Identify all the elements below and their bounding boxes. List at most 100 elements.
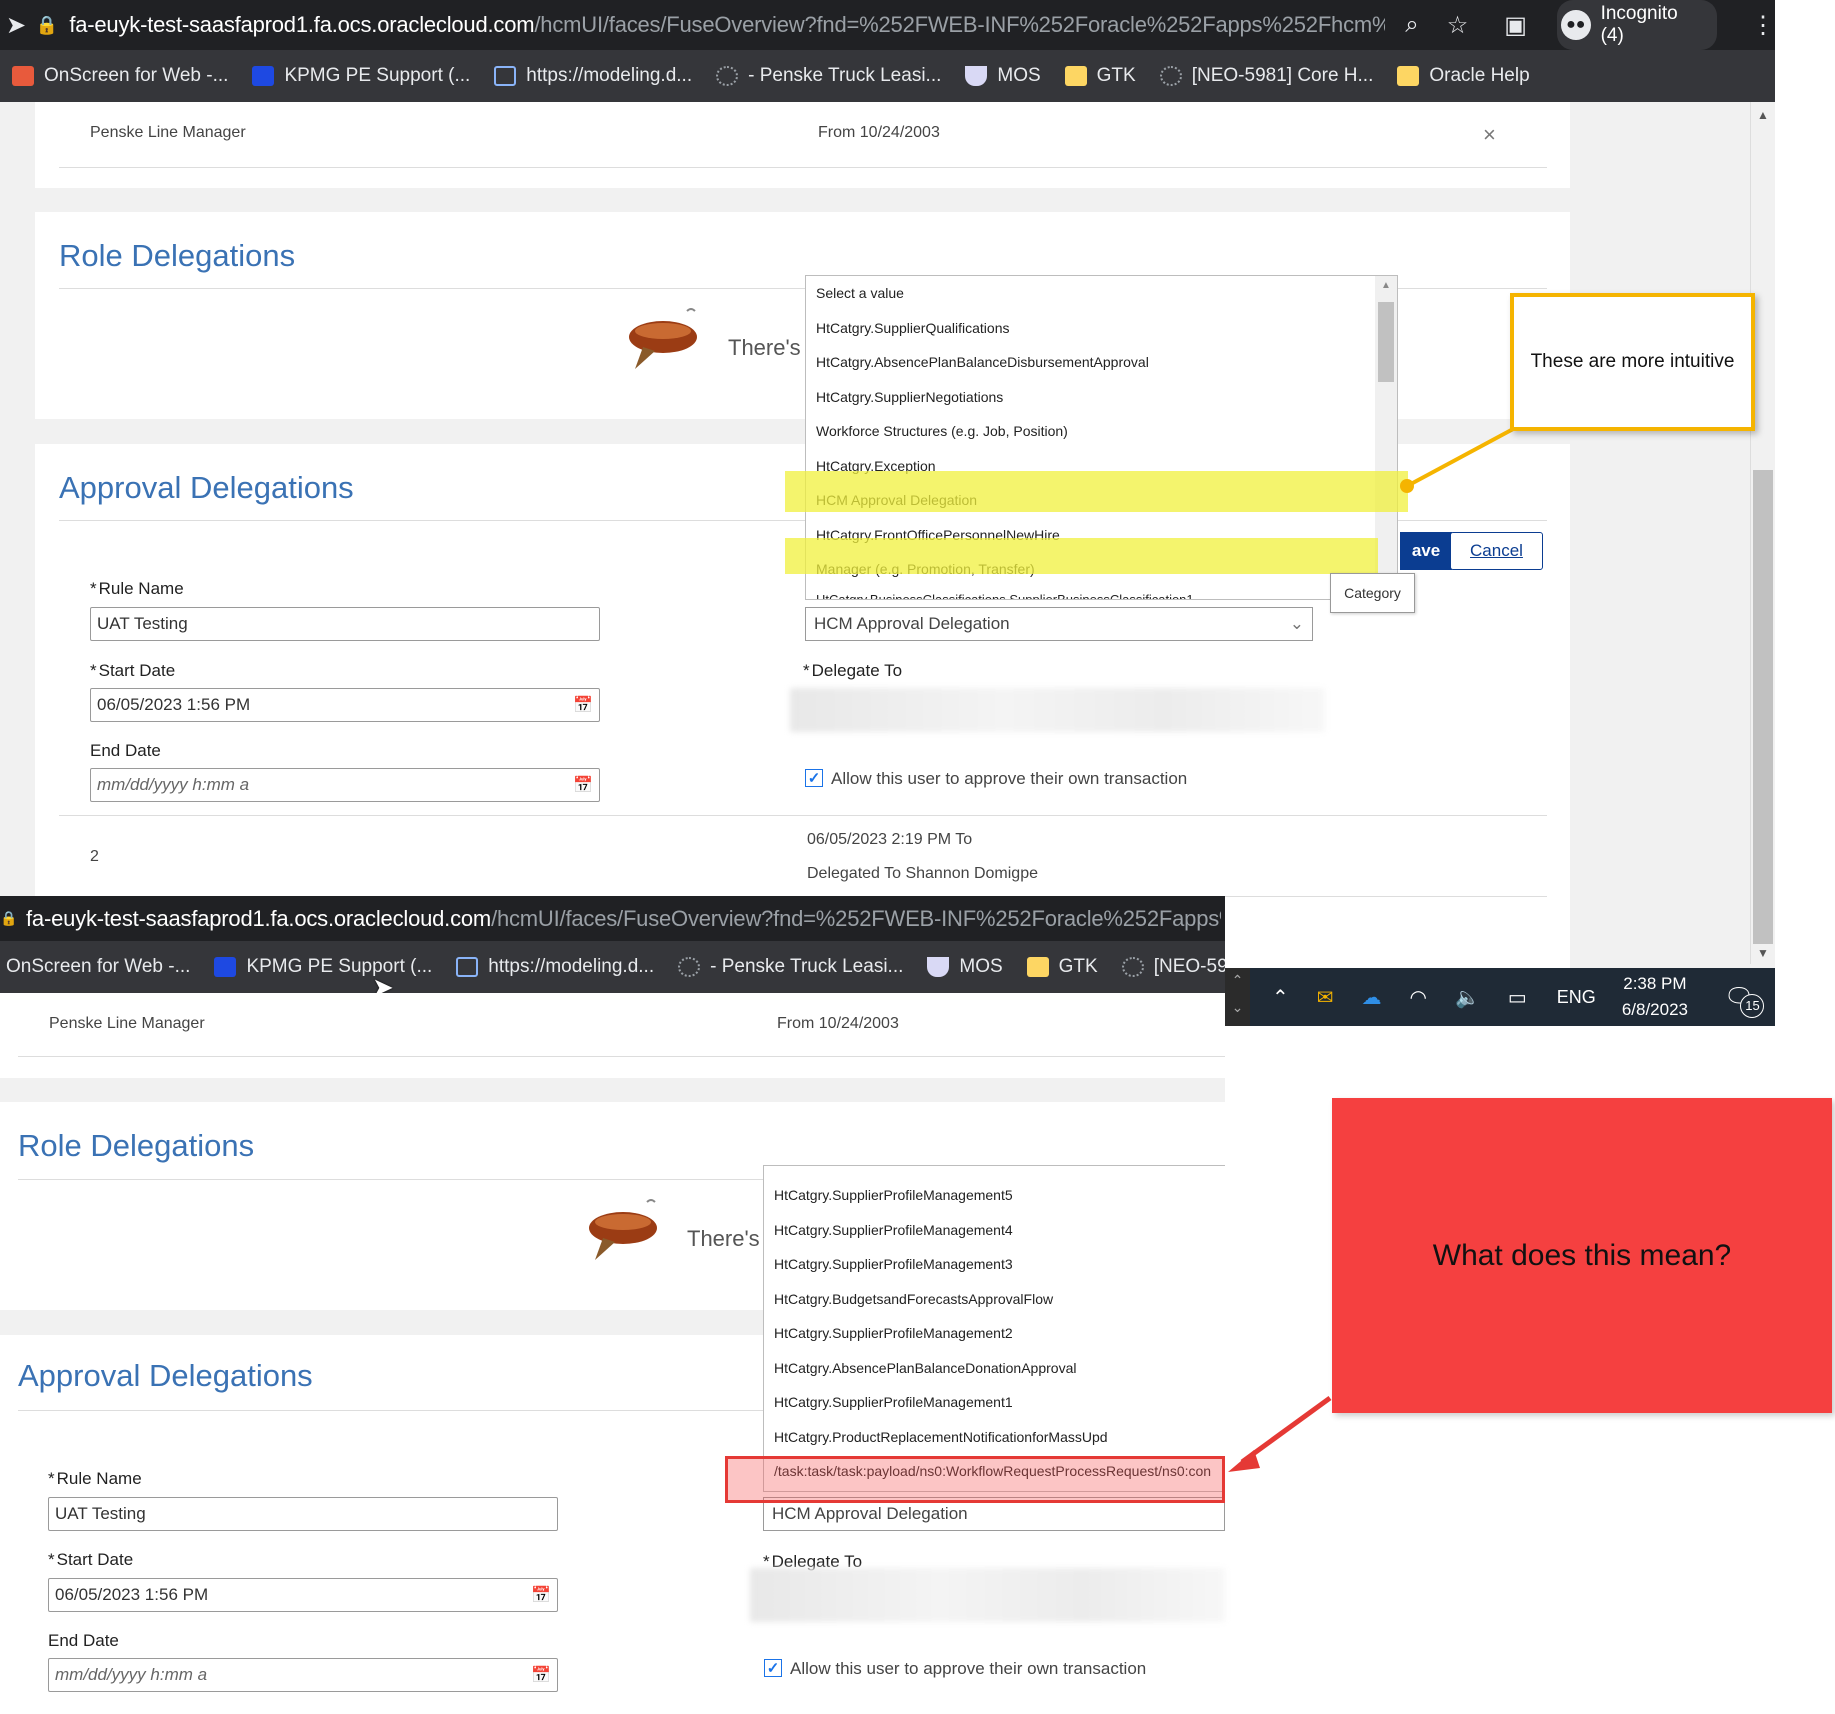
sidepanel-icon[interactable]: ▣	[1504, 11, 1527, 40]
empty-state-text: There's	[687, 1226, 760, 1251]
bookmark-item[interactable]: - Penske Truck Leasi...	[678, 956, 903, 978]
clock[interactable]: 2:38 PM 6/8/2023	[1622, 971, 1688, 1023]
bookmark-item[interactable]: MOS	[927, 956, 1003, 978]
bookmark-item[interactable]: https://modeling.d...	[456, 956, 654, 978]
address-bar[interactable]: 🔒 fa-euyk-test-saasfaprod1.fa.ocs.oracle…	[0, 896, 1225, 941]
bookmark-item[interactable]: KPMG PE Support (...	[252, 65, 470, 87]
bookmark-item[interactable]: https://modeling.d...	[494, 65, 692, 87]
scroll-thumb[interactable]	[1753, 470, 1773, 944]
scroll-up-arrow[interactable]: ⌃	[1225, 972, 1250, 989]
battery-icon[interactable]: ▭	[1508, 985, 1527, 1010]
globe-icon	[716, 66, 739, 86]
kebab-menu-icon[interactable]: ⋮	[1751, 11, 1775, 40]
dropdown-option[interactable]: Select a value	[806, 276, 1397, 311]
incognito-badge[interactable]: ●● Incognito (4)	[1556, 0, 1717, 50]
chevron-up-icon[interactable]: ⌃	[1272, 985, 1289, 1010]
wifi-icon[interactable]: ◠	[1410, 985, 1427, 1010]
approval-delegations-title: Approval Delegations	[59, 470, 354, 505]
bookmark-item[interactable]: OnScreen for Web -...	[6, 956, 190, 978]
bookmark-item[interactable]: GTK	[1026, 956, 1098, 978]
notification-count: 15	[1740, 993, 1765, 1018]
bookmark-item[interactable]: Oracle Help	[1397, 65, 1530, 87]
category-dropdown-list[interactable]: HtCatgry.SupplierProfileManagement5 HtCa…	[763, 1165, 1225, 1492]
dropdown-option[interactable]: HtCatgry.ProductReplacementNotificationf…	[764, 1420, 1225, 1455]
allow-self-approve-checkbox[interactable]: ✓	[764, 1659, 782, 1677]
scroll-up-arrow[interactable]: ▲	[1751, 108, 1775, 122]
required-marker: *	[90, 579, 97, 598]
star-icon[interactable]: ☆	[1447, 11, 1469, 40]
folder-icon	[1026, 957, 1049, 977]
dropdown-option[interactable]: HtCatgry.BudgetsandForecastsApprovalFlow	[764, 1282, 1225, 1317]
allow-self-approve-label: Allow this user to approve their own tra…	[790, 1659, 1147, 1678]
bookmark-item[interactable]: OnScreen for Web -...	[12, 65, 228, 87]
scroll-down-arrow[interactable]: ⌄	[1225, 999, 1250, 1016]
start-date-label: * Start Date	[90, 661, 176, 680]
bookmark-item[interactable]: [NEO-5981] Co	[1121, 956, 1225, 978]
dropdown-option[interactable]: HtCatgry.SupplierProfileManagement3	[764, 1247, 1225, 1282]
delegate-to-redacted[interactable]	[790, 688, 1325, 732]
close-icon[interactable]: ×	[1483, 122, 1496, 148]
bookmark-item[interactable]: - Penske Truck Leasi...	[716, 65, 941, 87]
windows-taskbar: ⌃ ✉ ☁ ◠ 🔈 ▭ ENG 2:38 PM 6/8/2023 🗨 15	[1250, 968, 1775, 1026]
bookmarks-bar: OnScreen for Web -... KPMG PE Support (.…	[0, 50, 1775, 102]
required-marker: *	[48, 1469, 55, 1488]
bookmark-item[interactable]: [NEO-5981] Core H...	[1159, 65, 1373, 87]
scroll-down-arrow[interactable]: ▼	[1751, 946, 1775, 960]
kpmg-icon	[252, 66, 275, 86]
dropdown-option[interactable]: HtCatgry.AbsencePlanBalanceDisbursementA…	[806, 345, 1397, 380]
calendar-icon[interactable]: 📅	[531, 1585, 551, 1605]
volume-icon[interactable]: 🔈	[1455, 985, 1480, 1010]
allow-self-approve-checkbox[interactable]: ✓	[805, 769, 823, 787]
page-scrollbar[interactable]: ▲ ▼	[1750, 102, 1775, 964]
cloud-icon[interactable]: ☁	[1362, 985, 1382, 1010]
calendar-icon[interactable]: 📅	[531, 1665, 551, 1685]
globe-icon	[1159, 66, 1182, 86]
folder-icon	[1397, 66, 1420, 86]
delegate-to-label: * Delegate To	[803, 661, 903, 680]
address-bar[interactable]: ➤ 🔒 fa-euyk-test-saasfaprod1.fa.ocs.orac…	[0, 0, 1775, 50]
callout-what-does-this-mean: What does this mean?	[1332, 1098, 1832, 1413]
dropdown-scrollbar[interactable]: ▲	[1375, 276, 1397, 599]
dropdown-option[interactable]: HtCatgry.BusinessClassifications.Supplie…	[806, 587, 1397, 600]
dropdown-option[interactable]: HtCatgry.SupplierProfileManagement2	[764, 1316, 1225, 1351]
divider	[59, 815, 1547, 816]
save-button[interactable]: ave	[1400, 532, 1452, 570]
dropdown-option[interactable]: HtCatgry.SupplierProfileManagement1	[764, 1385, 1225, 1420]
dropdown-option[interactable]: HtCatgry.SupplierProfileManagement4	[764, 1213, 1225, 1248]
shield-icon	[965, 66, 988, 86]
dropdown-option[interactable]: HtCatgry.SupplierNegotiations	[806, 380, 1397, 415]
end-date-input[interactable]: mm/dd/yyyy h:mm a 📅	[48, 1658, 558, 1692]
mail-icon[interactable]: ✉	[1317, 985, 1334, 1010]
cancel-button[interactable]: Cancel	[1450, 532, 1543, 570]
end-date-input[interactable]: mm/dd/yyyy h:mm a 📅	[90, 768, 600, 802]
category-select[interactable]: HCM Approval Delegation ⌄	[805, 607, 1313, 641]
calendar-icon[interactable]: 📅	[573, 775, 593, 795]
notification-icon[interactable]: 🗨 15	[1724, 983, 1765, 1018]
dropdown-option[interactable]: Workforce Structures (e.g. Job, Position…	[806, 414, 1397, 449]
rule-name-input[interactable]: UAT Testing	[90, 607, 600, 641]
url-text[interactable]: fa-euyk-test-saasfaprod1.fa.ocs.oraclecl…	[26, 906, 1221, 932]
start-date-input[interactable]: 06/05/2023 1:56 PM 📅	[90, 688, 600, 722]
bookmark-item[interactable]: MOS	[965, 65, 1041, 87]
onscreen-icon	[12, 66, 34, 86]
clock-date: 6/8/2023	[1621, 1000, 1688, 1019]
url-text[interactable]: fa-euyk-test-saasfaprod1.fa.ocs.oraclecl…	[69, 12, 1385, 38]
language-indicator[interactable]: ENG	[1557, 987, 1596, 1008]
scroll-thumb[interactable]	[1378, 302, 1394, 382]
manager-card: Penske Line Manager From 10/24/2003	[0, 993, 1225, 1078]
mini-scrollbar[interactable]: ⌃ ⌄	[1225, 968, 1250, 1026]
zoom-icon[interactable]: ⌕	[1405, 11, 1418, 39]
bookmark-item[interactable]: GTK	[1064, 65, 1136, 87]
calendar-icon[interactable]: 📅	[573, 695, 593, 715]
bookmark-item[interactable]: KPMG PE Support (...	[214, 956, 432, 978]
start-date-input[interactable]: 06/05/2023 1:56 PM 📅	[48, 1578, 558, 1612]
scroll-up-arrow[interactable]: ▲	[1375, 280, 1397, 291]
dropdown-option[interactable]: HtCatgry.AbsencePlanBalanceDonationAppro…	[764, 1351, 1225, 1386]
rule-name-input[interactable]: UAT Testing	[48, 1497, 558, 1531]
delegate-to-redacted[interactable]	[750, 1568, 1225, 1622]
globe-icon	[678, 957, 701, 977]
kpmg-icon	[214, 957, 237, 977]
dropdown-option[interactable]: HtCatgry.SupplierQualifications	[806, 311, 1397, 346]
dropdown-option[interactable]: HtCatgry.SupplierProfileManagement5	[764, 1178, 1225, 1213]
manager-card: Penske Line Manager From 10/24/2003 ×	[35, 102, 1570, 188]
